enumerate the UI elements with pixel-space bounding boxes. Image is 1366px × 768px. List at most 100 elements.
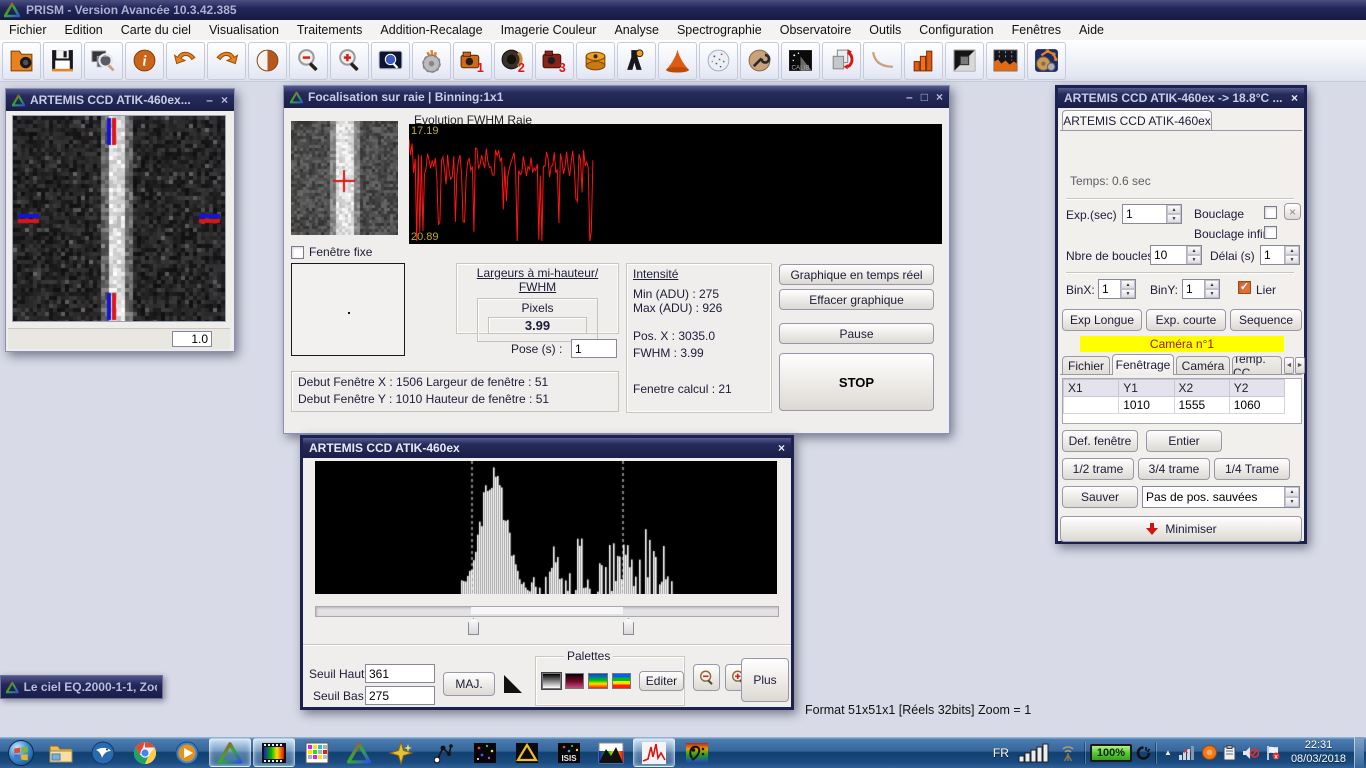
editer-button[interactable]: Editer (639, 671, 684, 691)
menu-item-imagerie-couleur[interactable]: Imagerie Couleur (492, 21, 606, 39)
signal-bars-icon[interactable] (1018, 743, 1052, 763)
show-desktop-button[interactable] (1354, 737, 1364, 768)
saved-positions-dropdown[interactable]: Pas de pos. sauvées ▲▼ (1142, 486, 1300, 508)
ccd-window-title-bar[interactable]: ARTEMIS CCD ATIK-460ex... –× (6, 89, 234, 111)
tab-fichier[interactable]: Fichier (1062, 356, 1110, 375)
action-center-flag-icon[interactable]: x (1265, 745, 1280, 761)
high-threshold-handle[interactable] (623, 618, 634, 635)
language-indicator[interactable]: FR (993, 746, 1009, 760)
menu-item-visualisation[interactable]: Visualisation (200, 21, 288, 39)
toolbar-button-zoom-in[interactable] (330, 42, 369, 80)
toolbar-button-psf-cone[interactable] (658, 42, 697, 80)
plus-button[interactable]: Plus (741, 658, 789, 702)
zoom-preview-box[interactable] (291, 263, 405, 356)
cell-x2[interactable]: 1555 (1174, 397, 1229, 414)
bouclage-stop-button[interactable]: × (1284, 203, 1301, 220)
menu-item-fichier[interactable]: Fichier (0, 21, 56, 39)
fixed-window-checkbox[interactable] (291, 246, 304, 259)
network-status-icon[interactable]: × (1178, 745, 1196, 761)
toolbar-button-search-image[interactable] (84, 42, 123, 80)
delai-input[interactable]: 1 ▲▼ (1260, 245, 1300, 265)
hist-zoom-out-button[interactable] (693, 664, 720, 691)
taskbar-music-clef-app[interactable] (677, 739, 717, 766)
cell-y1[interactable]: 1010 (1119, 397, 1174, 414)
palette-bands-swatch[interactable] (612, 673, 631, 689)
menu-item-edition[interactable]: Edition (56, 21, 112, 39)
start-button[interactable] (3, 739, 39, 766)
exp-courte-button[interactable]: Exp. courte (1146, 309, 1226, 331)
ccd-image-view[interactable] (12, 115, 226, 322)
seuil-haut-input[interactable]: 361 (365, 664, 435, 683)
taskbar-prism-active[interactable] (209, 738, 251, 767)
taskbar-triangle-app[interactable] (507, 739, 547, 766)
taskbar-starry-app[interactable] (465, 739, 505, 766)
clear-graph-button[interactable]: Effacer graphique (779, 289, 934, 310)
taskbar-node-graph[interactable] (423, 739, 463, 766)
menu-item-spectrographie[interactable]: Spectrographie (668, 21, 771, 39)
sequence-button[interactable]: Sequence (1230, 309, 1302, 331)
close-icon[interactable]: × (936, 90, 943, 104)
trois-quart-trame-button[interactable]: 3/4 trame (1138, 458, 1210, 480)
menu-item-configuration[interactable]: Configuration (910, 21, 1002, 39)
palette-gray-swatch[interactable] (542, 673, 561, 689)
toolbar-button-camera-1[interactable]: 1 (453, 42, 492, 80)
menu-item-traitements[interactable]: Traitements (288, 21, 372, 39)
tab-temp-ccd[interactable]: Temp. CC (1232, 356, 1282, 375)
minimiser-button[interactable]: Minimiser (1060, 516, 1302, 542)
toolbar-button-align-rotate[interactable] (822, 42, 861, 80)
biny-input[interactable]: 1 ▲▼ (1182, 279, 1220, 299)
demi-trame-button[interactable]: 1/2 trame (1062, 458, 1134, 480)
lier-checkbox[interactable]: ✓ (1238, 281, 1251, 294)
menu-item-fenetres[interactable]: Fenêtres (1003, 21, 1070, 39)
def-fenetre-button[interactable]: Def. fenêtre (1062, 430, 1138, 452)
toolbar-button-tools-wrench[interactable] (740, 42, 779, 80)
taskbar-spectro-curve[interactable] (633, 738, 675, 767)
threshold-slider-track[interactable] (315, 606, 779, 617)
toolbar-button-filter-wheel[interactable] (576, 42, 615, 80)
toolbar-button-preview-zoom[interactable] (371, 42, 410, 80)
toolbar-button-camera-3[interactable]: 3 (535, 42, 574, 80)
menu-item-carte-du-ciel[interactable]: Carte du ciel (112, 21, 200, 39)
gradient-triangle-icon[interactable] (503, 674, 523, 694)
toolbar-button-redo[interactable] (207, 42, 246, 80)
taskbar-explorer[interactable] (41, 739, 81, 766)
stop-button[interactable]: STOP (779, 353, 934, 411)
nbre-boucles-input[interactable]: 10 ▲▼ (1150, 245, 1202, 265)
histogram-title-bar[interactable]: ARTEMIS CCD ATIK-460ex × (303, 438, 791, 458)
exp-longue-button[interactable]: Exp Longue (1062, 309, 1142, 331)
focus-window-title-bar[interactable]: Focalisation sur raie | Binning:1x1 –□× (284, 86, 949, 108)
toolbar-button-contrast[interactable] (248, 42, 287, 80)
taskbar-thunderbird[interactable] (83, 739, 123, 766)
toolbar-button-guider[interactable] (617, 42, 656, 80)
pose-input[interactable]: 1 (571, 339, 617, 358)
toolbar-button-camera-2[interactable]: 2 (494, 42, 533, 80)
clipboard-icon[interactable] (1223, 745, 1236, 761)
taskbar-clock[interactable]: 22:31 08/03/2018 (1291, 739, 1346, 767)
main-title-bar[interactable]: PRISM - Version Avancée 10.3.42.385 (0, 0, 1366, 20)
sauver-button[interactable]: Sauver (1062, 486, 1138, 508)
taskbar-media-player[interactable] (167, 739, 207, 766)
toolbar-button-statistics-bars[interactable] (904, 42, 943, 80)
taskbar-spectrum-app[interactable] (591, 739, 631, 766)
close-icon[interactable]: × (221, 93, 228, 107)
binx-input[interactable]: 1 ▲▼ (1098, 279, 1136, 299)
toolbar-button-open-image[interactable] (2, 42, 41, 80)
menu-item-analyse[interactable]: Analyse (605, 21, 667, 39)
toolbar-button-spectrum-profile[interactable] (986, 42, 1025, 80)
close-icon[interactable]: × (778, 441, 785, 455)
histogram-view[interactable] (315, 461, 777, 594)
maximize-icon[interactable]: □ (921, 90, 928, 104)
taskbar-prism-2[interactable] (339, 739, 379, 766)
menu-item-aide[interactable]: Aide (1070, 21, 1113, 39)
pause-button[interactable]: Pause (779, 323, 934, 344)
toolbar-button-settings-gear[interactable] (412, 42, 451, 80)
toolbar-button-undo[interactable] (166, 42, 205, 80)
maj-button[interactable]: MAJ. (443, 672, 495, 696)
bouclage-checkbox[interactable] (1264, 206, 1277, 219)
line-thumbnail-view[interactable] (291, 121, 398, 235)
wireless-icon[interactable] (1058, 744, 1078, 762)
taskbar-film-viewer[interactable] (253, 738, 295, 767)
low-threshold-handle[interactable] (468, 618, 479, 635)
avast-icon[interactable] (1202, 745, 1217, 760)
taskbar-star-align[interactable] (381, 739, 421, 766)
